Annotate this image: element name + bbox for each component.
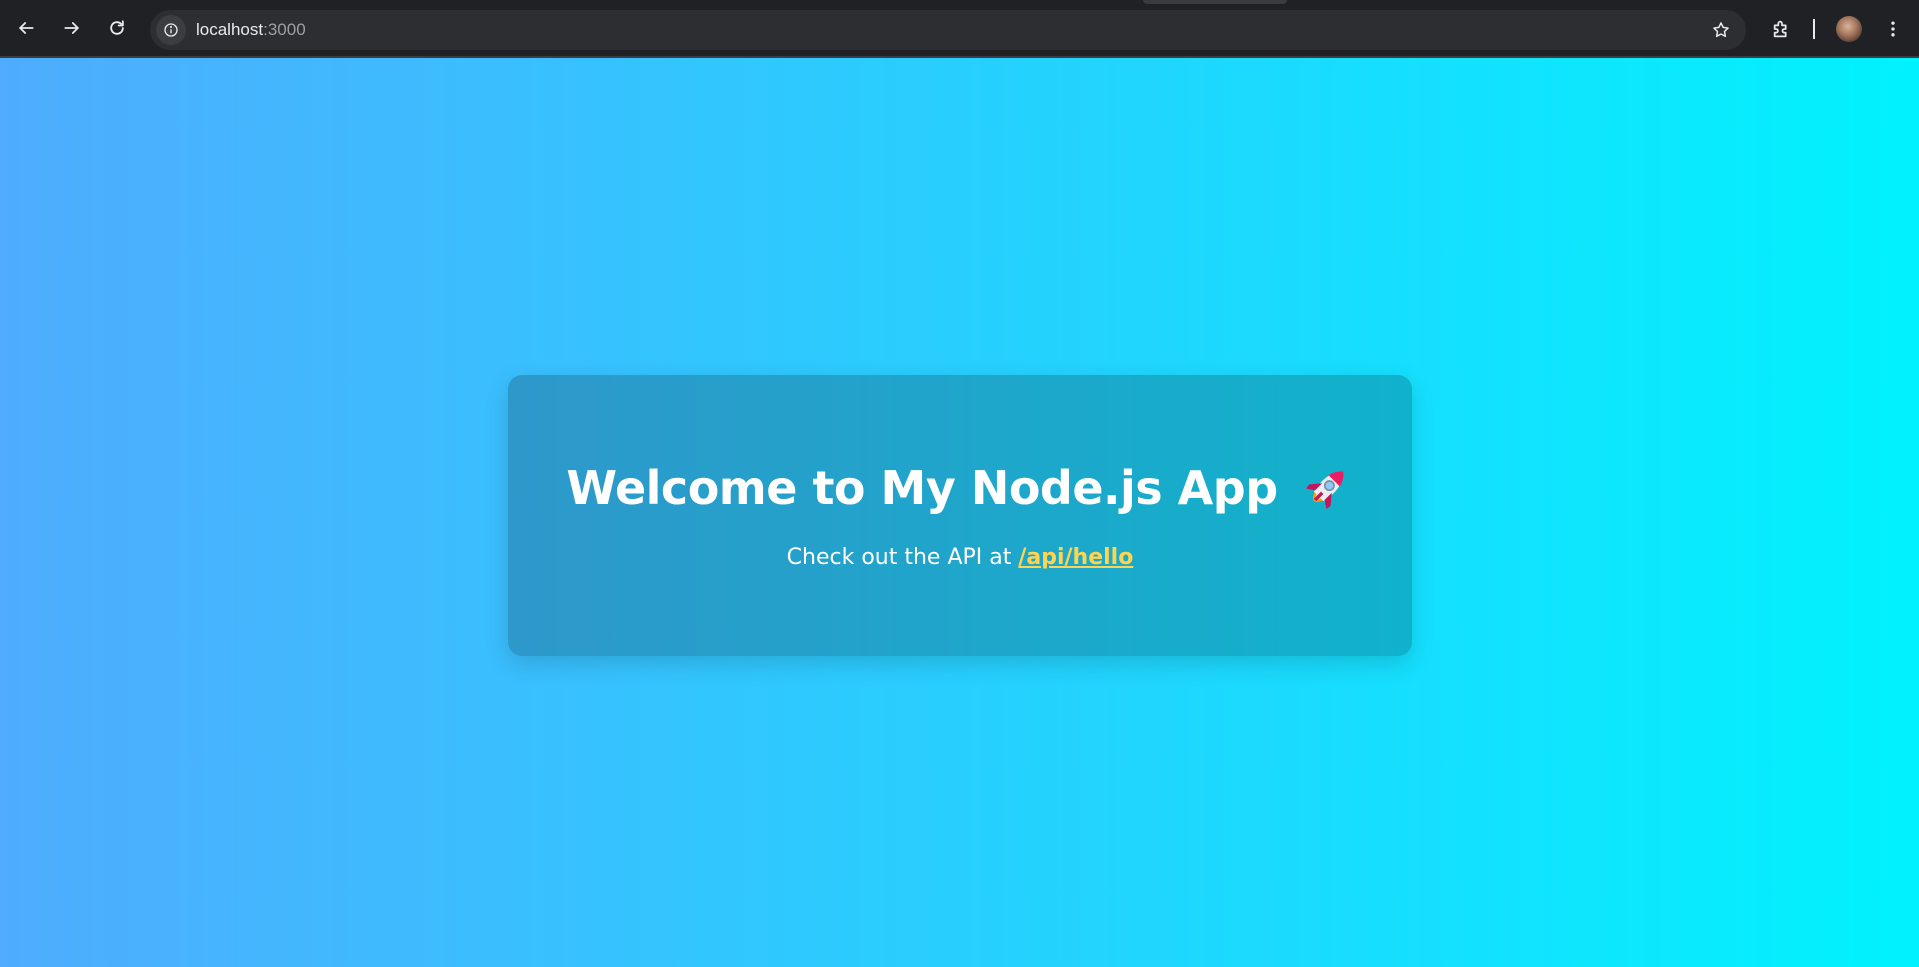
- url-text[interactable]: localhost:3000: [196, 10, 306, 50]
- tab-strip-indicator: [1143, 0, 1287, 4]
- extensions-button[interactable]: [1765, 12, 1799, 46]
- arrow-right-icon: [64, 22, 79, 34]
- page-title-text: Welcome to My Node.js App: [566, 461, 1278, 515]
- url-host: localhost: [196, 20, 264, 39]
- info-icon: [164, 23, 178, 37]
- back-button[interactable]: [9, 11, 43, 45]
- welcome-card: Welcome to My Node.js App Check out the …: [508, 375, 1412, 656]
- browser-toolbar: localhost:3000: [0, 0, 1919, 58]
- star-icon: [1713, 22, 1729, 38]
- browser-menu-button[interactable]: [1878, 12, 1908, 46]
- api-hint: Check out the API at /api/hello: [787, 545, 1134, 570]
- reload-icon: [110, 20, 124, 35]
- page-title: Welcome to My Node.js App: [566, 461, 1353, 515]
- address-bar[interactable]: localhost:3000: [150, 10, 1746, 50]
- api-hello-link[interactable]: /api/hello: [1018, 545, 1133, 570]
- bookmark-button[interactable]: [1706, 15, 1736, 45]
- arrow-left-icon: [19, 22, 34, 34]
- site-info-button[interactable]: [156, 15, 186, 45]
- page-viewport: Welcome to My Node.js App Check out the …: [0, 58, 1919, 967]
- reload-button[interactable]: [100, 11, 134, 45]
- kebab-menu-icon: [1891, 21, 1895, 37]
- forward-button[interactable]: [55, 11, 89, 45]
- profile-avatar[interactable]: [1836, 16, 1862, 42]
- rocket-icon: [1305, 471, 1344, 509]
- puzzle-icon: [1773, 20, 1787, 38]
- api-hint-text: Check out the API at: [786, 545, 1019, 570]
- url-port: :3000: [263, 20, 306, 39]
- toolbar-divider: [1813, 19, 1815, 39]
